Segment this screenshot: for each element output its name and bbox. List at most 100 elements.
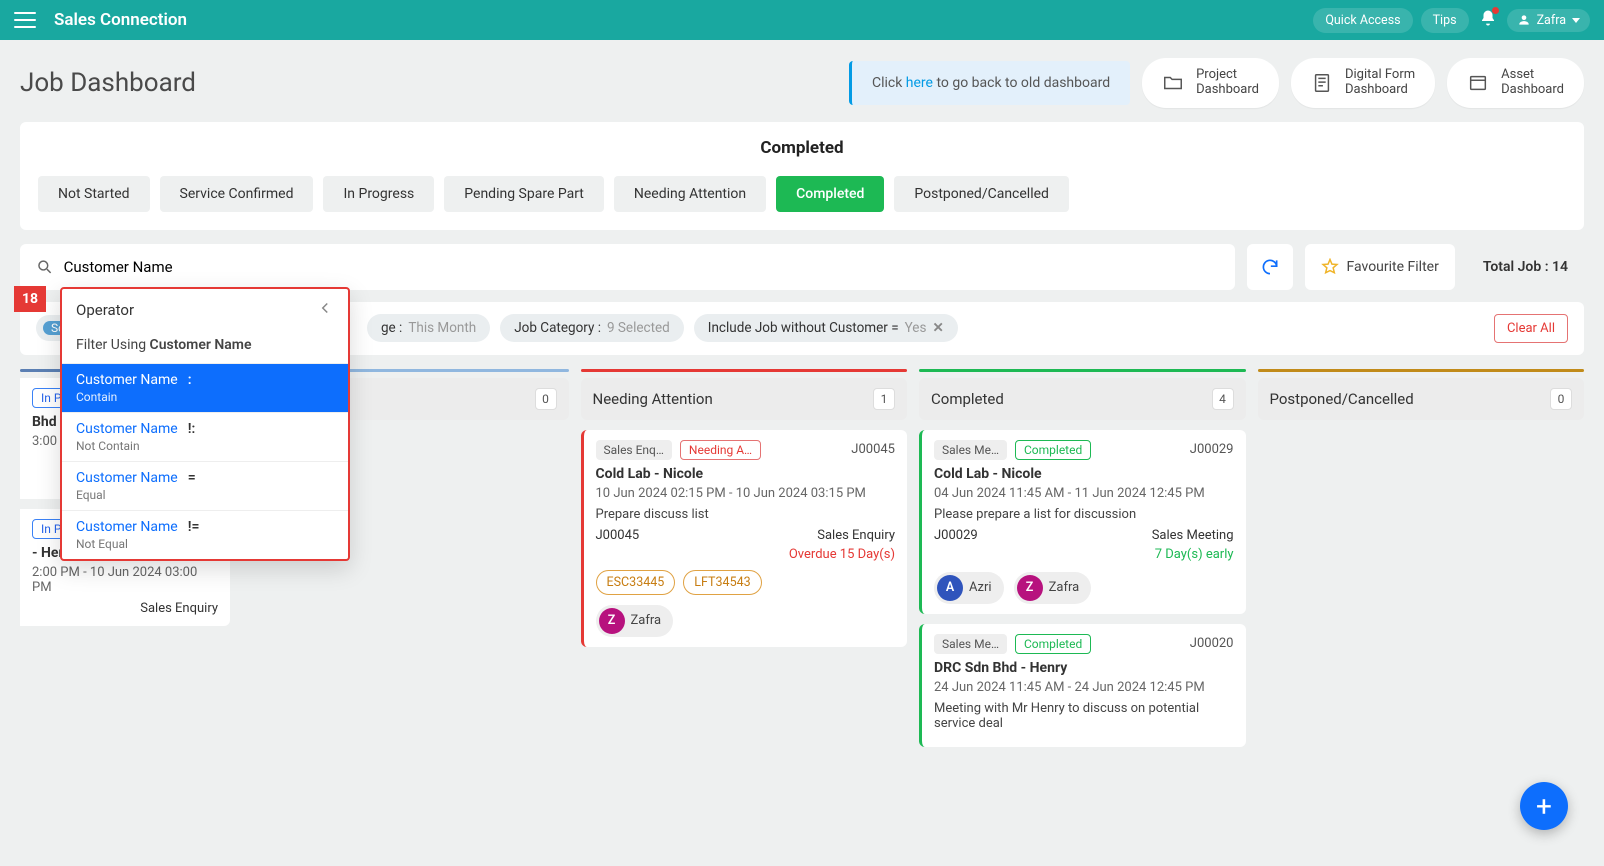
user-menu[interactable]: Zafra [1507, 9, 1590, 32]
card-needing-1[interactable]: Sales Enq… Needing A… J00045 Cold Lab - … [581, 430, 908, 647]
avatar: Z [599, 608, 625, 634]
op-equal[interactable]: Customer Name= Equal [62, 461, 348, 510]
card-completed-1[interactable]: Sales Me… Completed J00029 Cold Lab - Ni… [919, 430, 1246, 614]
sub-field: Customer Name [150, 337, 252, 353]
desc: Contain [76, 390, 334, 404]
tab-pending-spare-part[interactable]: Pending Spare Part [444, 176, 604, 212]
card-time: 24 Jun 2024 11:45 AM - 24 Jun 2024 12:45… [934, 680, 1234, 695]
user-name: Zafra [1537, 13, 1566, 28]
label: Include Job without Customer = [708, 320, 899, 336]
label: Digital Form [1345, 68, 1415, 83]
col-completed: Completed 4 Sales Me… Completed J00029 C… [919, 369, 1246, 757]
notifications-button[interactable] [1479, 9, 1497, 31]
card-id: J00045 [851, 442, 895, 457]
topbar: Sales Connection Quick Access Tips Zafra [0, 0, 1604, 40]
tab-in-progress[interactable]: In Progress [323, 176, 434, 212]
ref-pill[interactable]: LFT34543 [683, 570, 761, 595]
dropdown-title: Operator [76, 301, 134, 319]
col-head: Completed 4 [919, 378, 1246, 420]
assignee-chip[interactable]: Z Zafra [596, 605, 674, 637]
quick-access-button[interactable]: Quick Access [1313, 8, 1412, 33]
notification-dot [1492, 7, 1499, 14]
early: 7 Day(s) early [934, 547, 1234, 562]
col-head: Needing Attention 1 [581, 378, 908, 420]
status-panel: Completed Not Started Service Confirmed … [20, 122, 1584, 230]
label: Asset [1501, 68, 1564, 83]
category-badge: Sales Me… [934, 634, 1007, 654]
label: Dashboard [1345, 83, 1415, 98]
chip-date-range[interactable]: ge : This Month [367, 314, 490, 342]
header-row: Job Dashboard Click here to go back to o… [0, 40, 1604, 122]
category-badge: Sales Me… [934, 440, 1007, 460]
tips-button[interactable]: Tips [1421, 8, 1469, 33]
status-tabs: Not Started Service Confirmed In Progres… [38, 176, 1566, 212]
assignee-chip[interactable]: ZZafra [1014, 572, 1092, 604]
col-postponed: Postponed/Cancelled 0 [1258, 369, 1585, 430]
tab-postponed[interactable]: Postponed/Cancelled [894, 176, 1069, 212]
refresh-button[interactable] [1247, 244, 1293, 290]
status-badge: Completed [1015, 634, 1091, 654]
assignee-name: Zafra [631, 613, 662, 628]
field: Customer Name [76, 421, 178, 437]
op-not-contain[interactable]: Customer Name!: Not Contain [62, 412, 348, 461]
dropdown-subtitle: Filter Using Customer Name [62, 331, 348, 363]
value: Yes [905, 320, 927, 336]
chip-remove-icon[interactable]: ✕ [932, 320, 943, 336]
label: ge : [381, 320, 402, 336]
card-id: J00020 [1190, 636, 1234, 651]
label: Dashboard [1196, 83, 1259, 98]
page-title: Job Dashboard [20, 68, 196, 98]
card-time: 04 Jun 2024 11:45 AM - 11 Jun 2024 12:45… [934, 486, 1234, 501]
search-box[interactable] [20, 244, 1235, 290]
notice-post: to go back to old dashboard [933, 75, 1110, 91]
tab-service-confirmed[interactable]: Service Confirmed [160, 176, 314, 212]
assignee-name: Azri [969, 580, 992, 595]
favourite-label: Favourite Filter [1347, 259, 1439, 275]
tab-not-started[interactable]: Not Started [38, 176, 150, 212]
col-title: Completed [931, 390, 1004, 408]
status-badge: Completed [1015, 440, 1091, 460]
chip-include-without-customer[interactable]: Include Job without Customer = Yes ✕ [694, 314, 958, 342]
search-input[interactable] [64, 258, 1219, 276]
desc: Equal [76, 488, 334, 502]
menu-icon[interactable] [14, 12, 36, 28]
col-count: 0 [1550, 388, 1572, 410]
ref-pill[interactable]: ESC33445 [596, 570, 676, 595]
label: Dashboard [1501, 83, 1564, 98]
col-title: Postponed/Cancelled [1270, 390, 1414, 408]
search-icon [36, 258, 54, 276]
label: Project [1196, 68, 1259, 83]
digital-form-dashboard-button[interactable]: Digital FormDashboard [1291, 58, 1435, 108]
card-title: Cold Lab - Nicole [934, 466, 1234, 482]
refresh-icon [1260, 257, 1280, 277]
card-note: Prepare discuss list [596, 507, 896, 522]
overdue: Overdue 15 Day(s) [596, 547, 896, 562]
card-completed-2[interactable]: Sales Me… Completed J00020 DRC Sdn Bhd -… [919, 624, 1246, 747]
category-badge: Sales Enq… [596, 440, 672, 460]
field: Customer Name [76, 519, 178, 535]
op-not-equal[interactable]: Customer Name != Not Equal [62, 510, 348, 559]
old-dashboard-link[interactable]: here [906, 75, 933, 91]
favourite-filter-button[interactable]: Favourite Filter [1305, 244, 1455, 290]
user-icon [1517, 13, 1531, 27]
brand: Sales Connection [54, 10, 187, 30]
op: : [188, 372, 192, 388]
tab-completed[interactable]: Completed [776, 176, 884, 212]
op: !: [188, 421, 196, 437]
card-type: Sales Meeting [1152, 528, 1234, 543]
desc: Not Equal [76, 537, 334, 551]
tab-needing-attention[interactable]: Needing Attention [614, 176, 766, 212]
card-note: Please prepare a list for discussion [934, 507, 1234, 522]
project-dashboard-button[interactable]: ProjectDashboard [1142, 58, 1279, 108]
clear-all-button[interactable]: Clear All [1494, 314, 1568, 343]
op-contain[interactable]: Customer Name: Contain [62, 363, 348, 412]
op: != [188, 519, 200, 535]
col-count: 1 [873, 388, 895, 410]
asset-dashboard-button[interactable]: AssetDashboard [1447, 58, 1584, 108]
card-type: Sales Enquiry [817, 528, 895, 543]
dropdown-back-button[interactable] [316, 299, 334, 321]
chip-job-category[interactable]: Job Category : 9 Selected [500, 314, 684, 342]
field: Customer Name [76, 470, 178, 486]
add-job-fab[interactable]: + [1520, 782, 1568, 830]
assignee-chip[interactable]: AAzri [934, 572, 1004, 604]
